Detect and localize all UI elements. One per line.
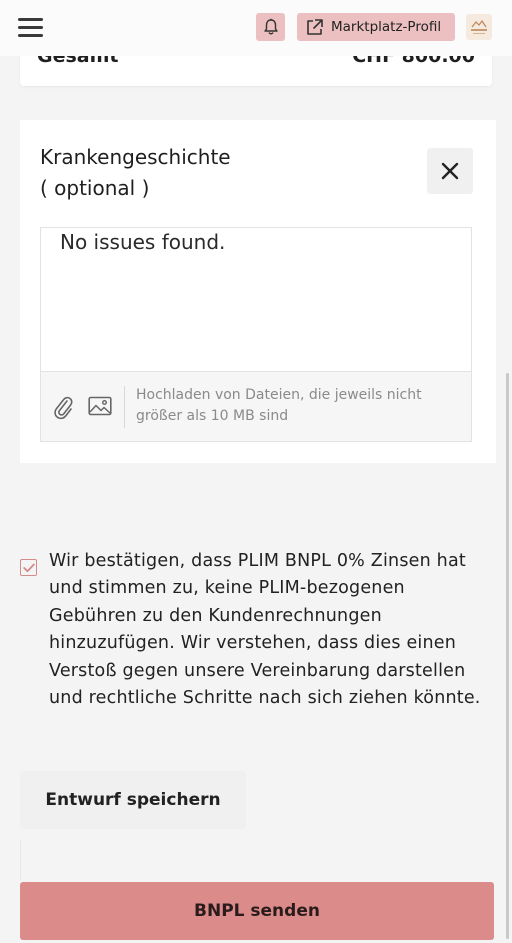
marketplace-profile-button[interactable]: Marktplatz-Profil — [297, 13, 455, 41]
divider — [20, 840, 21, 880]
brand-logo — [471, 19, 487, 34]
marketplace-profile-label: Marktplatz-Profil — [331, 19, 442, 35]
send-bnpl-button[interactable]: BNPL senden — [20, 882, 494, 940]
medical-history-textarea[interactable]: No issues found. Hochladen von Dateien, … — [40, 227, 472, 442]
medical-history-title-text: Krankengeschichte — [40, 145, 231, 169]
upload-bar: Hochladen von Dateien, die jeweils nicht… — [41, 371, 471, 441]
upload-hint: Hochladen von Dateien, die jeweils nicht… — [136, 387, 422, 424]
image-icon[interactable] — [88, 396, 112, 416]
top-bar: Marktplatz-Profil — [0, 0, 512, 56]
optional-label: ( optional ) — [40, 176, 150, 200]
hamburger-icon[interactable] — [18, 16, 44, 38]
bell-icon — [263, 18, 278, 35]
paperclip-icon[interactable] — [51, 394, 75, 420]
checkmark-icon — [22, 563, 35, 572]
close-icon — [441, 162, 459, 180]
medical-history-title: Krankengeschichte ( optional ) — [40, 142, 231, 204]
upload-divider — [124, 386, 125, 428]
external-link-icon — [307, 18, 323, 35]
medical-history-card: Krankengeschichte ( optional ) No issues… — [20, 120, 496, 463]
close-medical-history-button[interactable] — [427, 148, 473, 194]
medical-history-text: No issues found. — [60, 230, 226, 254]
save-draft-button[interactable]: Entwurf speichern — [20, 771, 246, 829]
agreement-text: Wir bestätigen, dass PLIM BNPL 0% Zinsen… — [49, 551, 481, 709]
notification-button[interactable] — [256, 13, 285, 41]
brand-avatar[interactable] — [466, 14, 492, 40]
agreement-checkbox[interactable] — [20, 559, 37, 576]
scrollbar[interactable] — [506, 373, 509, 939]
